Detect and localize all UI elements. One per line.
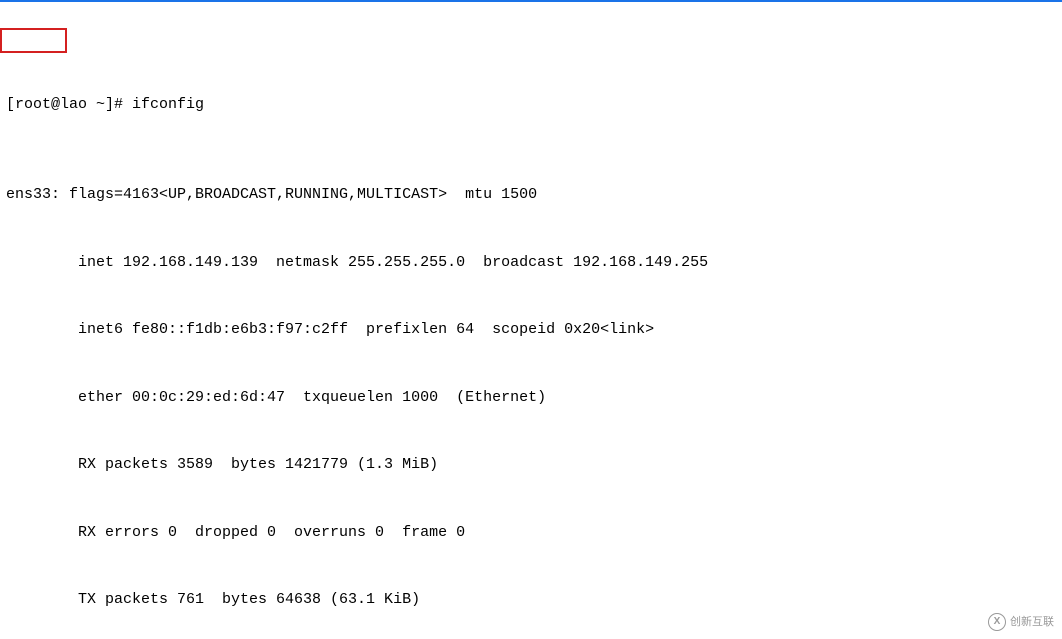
iface0-header: ens33: flags=4163<UP,BROADCAST,RUNNING,M…: [6, 184, 1056, 207]
interface-highlight-box: [0, 28, 67, 53]
iface0-body5: TX packets 761 bytes 64638 (63.1 KiB): [6, 589, 1056, 612]
iface0-body3: RX packets 3589 bytes 1421779 (1.3 MiB): [6, 454, 1056, 477]
iface0-body0: inet 192.168.149.139 netmask 255.255.255…: [6, 252, 1056, 275]
iface0-body1: inet6 fe80::f1db:e6b3:f97:c2ff prefixlen…: [6, 319, 1056, 342]
iface0-body2: ether 00:0c:29:ed:6d:47 txqueuelen 1000 …: [6, 387, 1056, 410]
prompt-command-line: [root@lao ~]# ifconfig: [6, 94, 1056, 117]
iface0-body4: RX errors 0 dropped 0 overruns 0 frame 0: [6, 522, 1056, 545]
terminal-output[interactable]: [root@lao ~]# ifconfig ens33: flags=4163…: [0, 0, 1062, 639]
